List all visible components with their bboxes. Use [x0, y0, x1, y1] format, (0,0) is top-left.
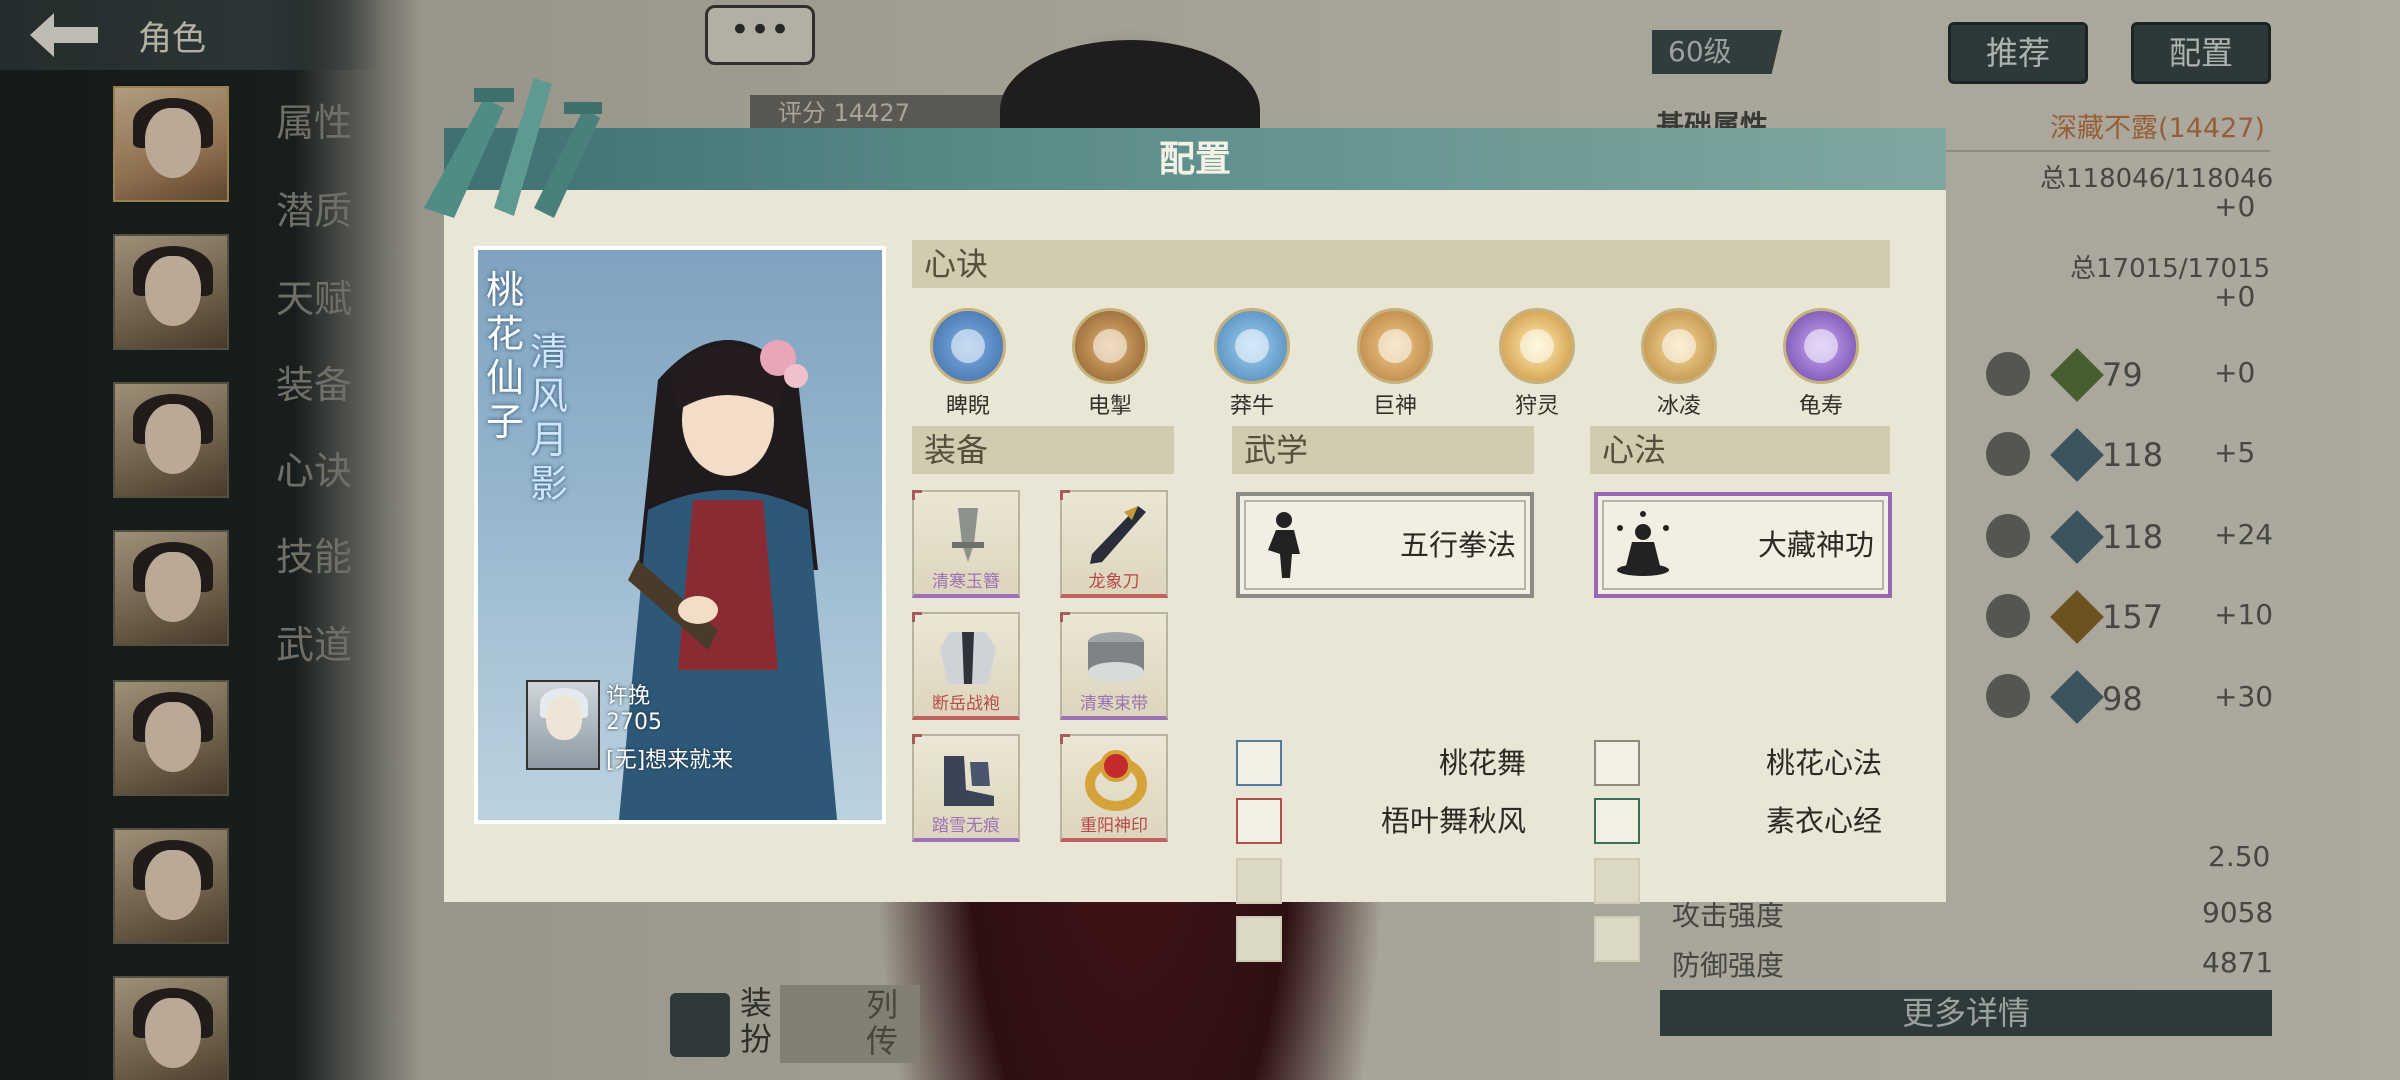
- player-guild: [无]想来就来: [606, 748, 734, 773]
- wuxue-sub-slot[interactable]: 梧叶舞秋风: [1236, 798, 1526, 844]
- equipment-slot[interactable]: 重阳神印: [1060, 734, 1168, 842]
- boots-icon: [944, 756, 994, 806]
- wuxue-sub-slot[interactable]: 桃花舞: [1236, 740, 1526, 786]
- dragon-icon: [930, 308, 1006, 384]
- equipment-header: 装备: [912, 426, 1174, 474]
- xinfa-main-slot[interactable]: 大藏神功: [1594, 492, 1892, 598]
- ice-icon: [1641, 308, 1717, 384]
- peach-heart-icon: [1594, 740, 1640, 786]
- player-avatar[interactable]: [526, 680, 600, 770]
- character-card: 桃花仙子 清风月影 许挽 2705 [无]想来就来: [474, 246, 886, 824]
- xinjue-label: 睥睨: [945, 394, 990, 419]
- xinjue-item[interactable]: 莽牛: [1207, 308, 1297, 420]
- hairpin-icon: [952, 508, 984, 562]
- xinjue-item[interactable]: 龟寿: [1776, 308, 1866, 420]
- meditation-icon: [1617, 511, 1669, 576]
- equipment-name: 龙象刀: [1088, 572, 1140, 592]
- sutra-icon: [1594, 798, 1640, 844]
- wuxue-sub-name: 桃花舞: [1438, 746, 1526, 780]
- equipment-name: 踏雪无痕: [932, 816, 1000, 836]
- equipment-slot[interactable]: 清寒玉簪: [912, 490, 1020, 598]
- xinjue-header: 心诀: [912, 240, 1890, 288]
- equipment-name: 清寒玉簪: [932, 572, 1000, 592]
- equipment-slot[interactable]: 清寒束带: [1060, 612, 1168, 720]
- belt-icon: [1088, 632, 1144, 682]
- character-title: 清风月影: [530, 330, 569, 506]
- player-id: 2705: [606, 710, 662, 735]
- xinjue-label: 冰凌: [1656, 394, 1701, 419]
- xinjue-item[interactable]: 睥睨: [923, 308, 1013, 420]
- dance-icon: [1236, 740, 1282, 786]
- equipment-slot[interactable]: 龙象刀: [1060, 490, 1168, 598]
- equipment-name: 断岳战袍: [932, 694, 1000, 714]
- equipment-slot[interactable]: 踏雪无痕: [912, 734, 1020, 842]
- character-name: 桃花仙子: [486, 268, 525, 444]
- wuxue-header: 武学: [1232, 426, 1534, 474]
- empty-skill-slot[interactable]: [1594, 858, 1640, 904]
- turtle-icon: [1783, 308, 1859, 384]
- player-name: 许挽: [606, 684, 651, 709]
- bull-icon: [1214, 308, 1290, 384]
- xinfa-header: 心法: [1590, 426, 1890, 474]
- xinfa-main-name: 大藏神功: [1757, 528, 1874, 562]
- wind-icon: [1236, 798, 1282, 844]
- wuxue-main-name: 五行拳法: [1399, 528, 1516, 562]
- xinfa-sub-slot[interactable]: 素衣心经: [1594, 798, 1882, 844]
- saber-icon: [1090, 506, 1146, 564]
- xinjue-label: 巨神: [1372, 394, 1417, 419]
- xinjue-item[interactable]: 狩灵: [1492, 308, 1582, 420]
- empty-skill-slot[interactable]: [1236, 858, 1282, 904]
- fighter-icon: [1268, 512, 1300, 578]
- equipment-name: 清寒束带: [1080, 694, 1148, 714]
- empty-skill-slot[interactable]: [1594, 916, 1640, 962]
- lightning-icon: [1072, 308, 1148, 384]
- config-modal: 配置 桃花仙子 清风月影 许挽 2705 [无]想来就来 心诀 睥睨 电掣 莽牛…: [424, 78, 1946, 962]
- xinfa-sub-name: 素衣心经: [1765, 804, 1882, 838]
- xinjue-label: 龟寿: [1798, 394, 1843, 419]
- swords-decoration-icon: [424, 78, 602, 218]
- armor-icon: [940, 632, 996, 684]
- modal-title: 配置: [1158, 138, 1231, 180]
- hunt-spirit-icon: [1499, 308, 1575, 384]
- xinjue-label: 莽牛: [1229, 394, 1274, 419]
- equipment-slot[interactable]: 断岳战袍: [912, 612, 1020, 720]
- xinjue-item[interactable]: 巨神: [1350, 308, 1440, 420]
- xinjue-item[interactable]: 冰凌: [1634, 308, 1724, 420]
- equipment-name: 重阳神印: [1080, 816, 1148, 836]
- xinjue-label: 电掣: [1087, 394, 1132, 419]
- xinfa-sub-name: 桃花心法: [1765, 746, 1882, 780]
- xinjue-label: 狩灵: [1514, 394, 1559, 419]
- empty-skill-slot[interactable]: [1236, 916, 1282, 962]
- wuxue-sub-name: 梧叶舞秋风: [1380, 804, 1526, 838]
- wuxue-main-slot[interactable]: 五行拳法: [1236, 492, 1534, 598]
- giant-icon: [1357, 308, 1433, 384]
- ring-icon: [1085, 750, 1147, 811]
- xinjue-item[interactable]: 电掣: [1065, 308, 1155, 420]
- xinfa-sub-slot[interactable]: 桃花心法: [1594, 740, 1882, 786]
